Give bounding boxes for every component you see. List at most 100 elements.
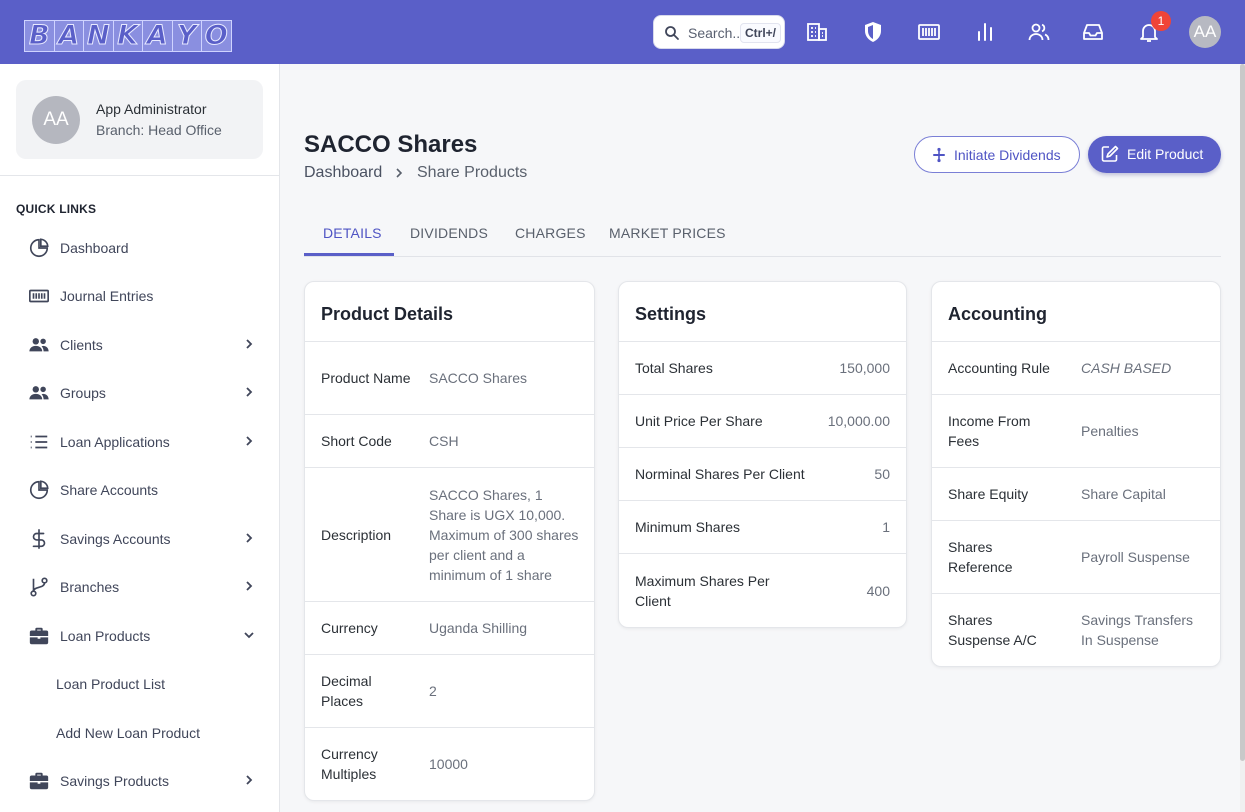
chevron-down-icon — [244, 632, 254, 639]
breadcrumb-share-products: Share Products — [417, 164, 528, 181]
bankayo-logo[interactable]: B A N K A Y O — [24, 20, 232, 52]
users-icon — [29, 386, 49, 400]
chevron-right-icon — [246, 339, 253, 349]
sidebar-item-savings-accounts[interactable]: Savings Accounts — [16, 517, 272, 561]
search-icon — [665, 26, 679, 40]
user-name: App Administrator — [96, 101, 207, 117]
building-icon[interactable] — [805, 20, 829, 44]
logo-letter: A — [142, 20, 173, 52]
initiate-dividends-button[interactable]: Initiate Dividends — [914, 136, 1080, 173]
breadcrumb-dashboard[interactable]: Dashboard — [304, 164, 382, 182]
chevron-right-icon — [246, 775, 253, 785]
row-value: SACCO Shares, 1 Share is UGX 10,000. Max… — [429, 486, 579, 583]
sidebar-item-label: Clients — [60, 337, 103, 353]
row-label: Product Name — [321, 370, 411, 386]
dollar-icon — [32, 529, 46, 549]
sidebar-item-share-accounts[interactable]: Share Accounts — [16, 468, 272, 512]
chevron-right-icon — [246, 387, 253, 397]
accounting-row: Share Equity Share Capital — [932, 468, 1220, 521]
sidebar-item-label: Add New Loan Product — [56, 725, 200, 741]
tab-charges[interactable]: CHARGES — [515, 225, 586, 241]
edit-product-button[interactable]: Edit Product — [1088, 136, 1221, 173]
pie-chart-icon — [29, 480, 49, 500]
shield-icon[interactable] — [861, 20, 885, 44]
settings-row: Minimum Shares 1 — [619, 501, 906, 554]
row-label: Norminal Shares Per Client — [635, 466, 805, 482]
card-title: Accounting — [932, 282, 1220, 342]
briefcase-icon — [29, 627, 49, 645]
sidebar-item-label: Share Accounts — [60, 482, 159, 498]
row-label: Description — [321, 526, 392, 543]
sidebar: AA App Administrator Branch: Head Office… — [0, 64, 280, 812]
sidebar-item-label: Dashboard — [60, 240, 129, 256]
settings-row: Norminal Shares Per Client 50 — [619, 448, 906, 501]
notification-badge: 1 — [1151, 11, 1171, 31]
accounting-card: Accounting Accounting Rule CASH BASED In… — [931, 281, 1221, 667]
user-card[interactable]: AA App Administrator Branch: Head Office — [16, 80, 263, 159]
sidebar-item-label: Savings Accounts — [60, 531, 171, 547]
tab-details[interactable]: DETAILS — [323, 225, 382, 241]
sidebar-item-label: Loan Applications — [60, 434, 170, 450]
sidebar-item-clients[interactable]: Clients — [16, 323, 272, 367]
sidebar-item-label: Journal Entries — [60, 288, 154, 304]
sidebar-subitem-loan-product-list[interactable]: Loan Product List — [16, 664, 272, 704]
logo-letter: B — [24, 20, 55, 52]
row-value: CSH — [429, 433, 459, 449]
tab-market-prices[interactable]: MARKET PRICES — [609, 225, 726, 241]
row-value: Penalties — [1081, 423, 1139, 439]
quick-links-title: QUICK LINKS — [16, 202, 97, 216]
sidebar-item-dashboard[interactable]: Dashboard — [16, 226, 272, 270]
row-label: Currency Multiples — [321, 746, 378, 782]
sidebar-item-loan-products[interactable]: Loan Products — [16, 614, 272, 658]
barcode-icon — [29, 289, 49, 303]
sidebar-item-label: Loan Products — [60, 628, 151, 644]
accounting-row: Accounting Rule CASH BASED — [932, 342, 1220, 395]
search-shortcut: Ctrl+/ — [740, 23, 782, 43]
barcode-icon[interactable] — [917, 20, 941, 44]
card-title: Product Details — [305, 282, 594, 342]
logo-letter: Y — [171, 20, 202, 52]
logo-letter: K — [112, 20, 143, 52]
list-icon — [30, 435, 48, 449]
settings-row: Total Shares 150,000 — [619, 342, 906, 395]
sidebar-item-savings-products[interactable]: Savings Products — [16, 759, 272, 803]
row-label: Currency — [321, 620, 378, 636]
sidebar-item-label: Savings Products — [60, 773, 169, 789]
sidebar-item-label: Branches — [60, 579, 120, 595]
sidebar-item-journal-entries[interactable]: Journal Entries — [16, 274, 272, 318]
user-avatar[interactable]: AA — [1189, 16, 1221, 48]
row-label: Income From Fees — [948, 413, 1031, 449]
row-value: 400 — [866, 582, 890, 599]
card-title: Settings — [619, 282, 906, 342]
detail-row: Description SACCO Shares, 1 Share is UGX… — [305, 468, 594, 602]
row-label: Total Shares — [635, 360, 713, 376]
row-value: 2 — [429, 683, 437, 699]
row-value: 10,000.00 — [827, 413, 890, 429]
user-branch: Branch: Head Office — [96, 122, 222, 138]
detail-row: Currency Multiples 10000 — [305, 728, 594, 800]
bar-chart-icon[interactable] — [973, 20, 997, 44]
button-label: Edit Product — [1127, 146, 1204, 162]
sidebar-subitem-add-new-loan-product[interactable]: Add New Loan Product — [16, 713, 272, 753]
row-label: Accounting Rule — [948, 360, 1050, 376]
sidebar-item-branches[interactable]: Branches — [16, 565, 272, 609]
chevron-right-icon — [246, 436, 253, 446]
tab-dividends[interactable]: DIVIDENDS — [410, 225, 488, 241]
settings-row: Unit Price Per Share 10,000.00 — [619, 395, 906, 448]
sidebar-item-loan-applications[interactable]: Loan Applications — [16, 420, 272, 464]
product-details-card: Product Details Product Name SACCO Share… — [304, 281, 595, 801]
row-label: Shares Suspense A/C — [948, 612, 1037, 648]
row-value: Share Capital — [1081, 486, 1166, 502]
chevron-right-icon — [246, 581, 253, 591]
row-value: 10000 — [429, 756, 468, 772]
scrollbar-thumb[interactable] — [1240, 64, 1245, 761]
sidebar-item-groups[interactable]: Groups — [16, 371, 272, 415]
row-label: Decimal Places — [321, 673, 372, 709]
settings-card: Settings Total Shares 150,000 Unit Price… — [618, 281, 907, 628]
search-placeholder: Search.. — [688, 25, 741, 41]
logo-letter: N — [83, 20, 114, 52]
inbox-icon[interactable] — [1081, 20, 1105, 44]
sidebar-item-label: Loan Product List — [56, 676, 165, 692]
users-icon[interactable] — [1027, 20, 1051, 44]
search-box[interactable]: Search.. Ctrl+/ — [653, 15, 785, 49]
